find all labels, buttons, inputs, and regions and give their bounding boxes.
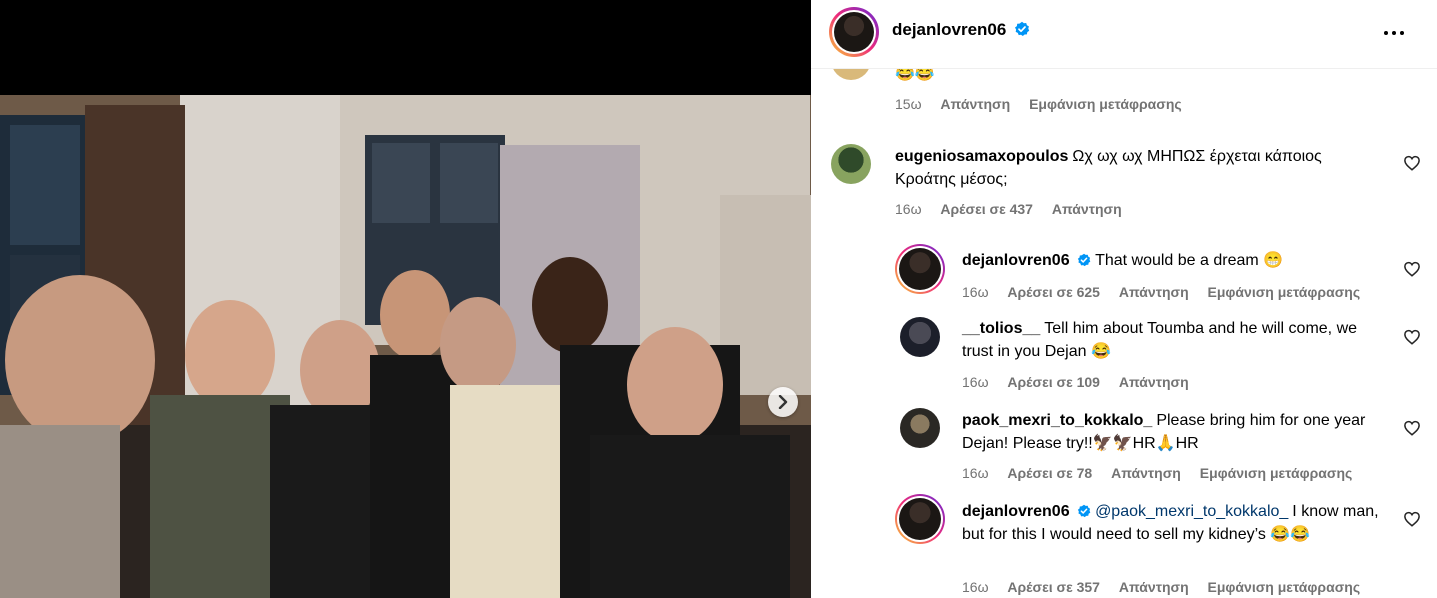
comment-text: dejanlovren06 @paok_mexri_to_kokkalo_ I k…	[962, 500, 1382, 546]
more-options-button[interactable]	[1379, 18, 1409, 48]
reply-button[interactable]: Απάντηση	[1111, 465, 1181, 481]
comment-reply: dejanlovren06 That would be a dream 😁 16…	[811, 242, 1437, 302]
like-heart-icon[interactable]	[1403, 419, 1421, 437]
avatar[interactable]	[900, 408, 940, 448]
more-dot-icon	[1400, 31, 1404, 35]
comment-time[interactable]: 16ω	[962, 579, 989, 595]
verified-badge-icon	[1015, 21, 1030, 36]
reply-button[interactable]: Απάντηση	[1119, 579, 1189, 595]
post-username[interactable]: dejanlovren06	[892, 20, 1030, 40]
comment-text: paok_mexri_to_kokkalo_ Please bring him f…	[962, 409, 1382, 455]
see-translation-button[interactable]: Εμφάνιση μετάφρασης	[1208, 579, 1361, 595]
comment-meta: 16ω Αρέσει σε 437 Απάντηση	[895, 201, 1137, 217]
comment-reply: __tolios__ Tell him about Toumba and he w…	[811, 312, 1437, 392]
comment-username[interactable]: eugeniosamaxopoulos	[895, 148, 1068, 165]
likes-count[interactable]: Αρέσει σε 357	[1007, 579, 1100, 595]
like-heart-icon[interactable]	[1403, 154, 1421, 172]
comment-text: __tolios__ Tell him about Toumba and he w…	[962, 317, 1382, 363]
reply-button[interactable]: Απάντηση	[1052, 201, 1122, 217]
comment-username[interactable]: paok_mexri_to_kokkalo_	[962, 412, 1152, 429]
avatar[interactable]	[895, 244, 945, 294]
like-heart-icon[interactable]	[1403, 260, 1421, 278]
comment-meta: 16ω Αρέσει σε 625 Απάντηση Εμφάνιση μετά…	[962, 284, 1375, 300]
see-translation-button[interactable]: Εμφάνιση μετάφρασης	[1200, 465, 1353, 481]
comments-panel: dejanlovren06 😂😂 15ω Απάντηση Εμφάνιση μ…	[811, 0, 1437, 598]
avatar[interactable]	[831, 144, 871, 184]
comment-username[interactable]: __tolios__	[962, 320, 1040, 337]
comment-mention[interactable]: @paok_mexri_to_kokkalo_	[1095, 503, 1288, 520]
see-translation-button[interactable]: Εμφάνιση μετάφρασης	[1029, 96, 1182, 112]
like-heart-icon[interactable]	[1403, 510, 1421, 528]
next-media-button[interactable]	[768, 387, 798, 417]
reply-button[interactable]: Απάντηση	[940, 96, 1010, 112]
verified-badge-icon	[1077, 504, 1091, 518]
post-header: dejanlovren06	[811, 0, 1437, 69]
likes-count[interactable]: Αρέσει σε 78	[1007, 465, 1092, 481]
comment-time[interactable]: 16ω	[962, 284, 989, 300]
chevron-right-icon	[778, 395, 788, 409]
comment-reply: dejanlovren06 @paok_mexri_to_kokkalo_ I k…	[811, 494, 1437, 598]
more-dot-icon	[1392, 31, 1396, 35]
likes-count[interactable]: Αρέσει σε 625	[1007, 284, 1100, 300]
comment: eugeniosamaxopoulos Ωχ ωχ ωχ ΜΗΠΩΣ έρχετα…	[811, 140, 1437, 230]
post-media	[0, 0, 811, 598]
verified-badge-icon	[1077, 253, 1091, 267]
post-photo	[0, 95, 811, 598]
comment-text: eugeniosamaxopoulos Ωχ ωχ ωχ ΜΗΠΩΣ έρχετα…	[895, 145, 1365, 191]
reply-button[interactable]: Απάντηση	[1119, 284, 1189, 300]
see-translation-button[interactable]: Εμφάνιση μετάφρασης	[1208, 284, 1361, 300]
avatar[interactable]	[900, 317, 940, 357]
avatar[interactable]	[895, 494, 945, 544]
reply-button[interactable]: Απάντηση	[1119, 374, 1189, 390]
avatar[interactable]	[829, 7, 879, 57]
comment-time[interactable]: 16ω	[962, 374, 989, 390]
comment-body: That would be a dream 😁	[1095, 252, 1284, 269]
comment-time[interactable]: 16ω	[962, 465, 989, 481]
comment-meta: 16ω Αρέσει σε 109 Απάντηση	[962, 374, 1204, 390]
comment-meta: 15ω Απάντηση Εμφάνιση μετάφρασης	[895, 96, 1197, 112]
like-heart-icon[interactable]	[1403, 328, 1421, 346]
comment-time[interactable]: 16ω	[895, 201, 922, 217]
comment-text: dejanlovren06 That would be a dream 😁	[962, 249, 1382, 272]
comment-username[interactable]: dejanlovren06	[962, 503, 1091, 520]
likes-count[interactable]: Αρέσει σε 109	[1007, 374, 1100, 390]
comment-username[interactable]: dejanlovren06	[962, 252, 1091, 269]
comment-meta: 16ω Αρέσει σε 357 Απάντηση Εμφάνιση μετά…	[962, 579, 1375, 595]
comment-meta: 16ω Αρέσει σε 78 Απάντηση Εμφάνιση μετάφ…	[962, 465, 1367, 481]
more-dot-icon	[1384, 31, 1388, 35]
comment-reply: paok_mexri_to_kokkalo_ Please bring him f…	[811, 403, 1437, 483]
likes-count[interactable]: Αρέσει σε 437	[940, 201, 1033, 217]
comment-time[interactable]: 15ω	[895, 96, 922, 112]
